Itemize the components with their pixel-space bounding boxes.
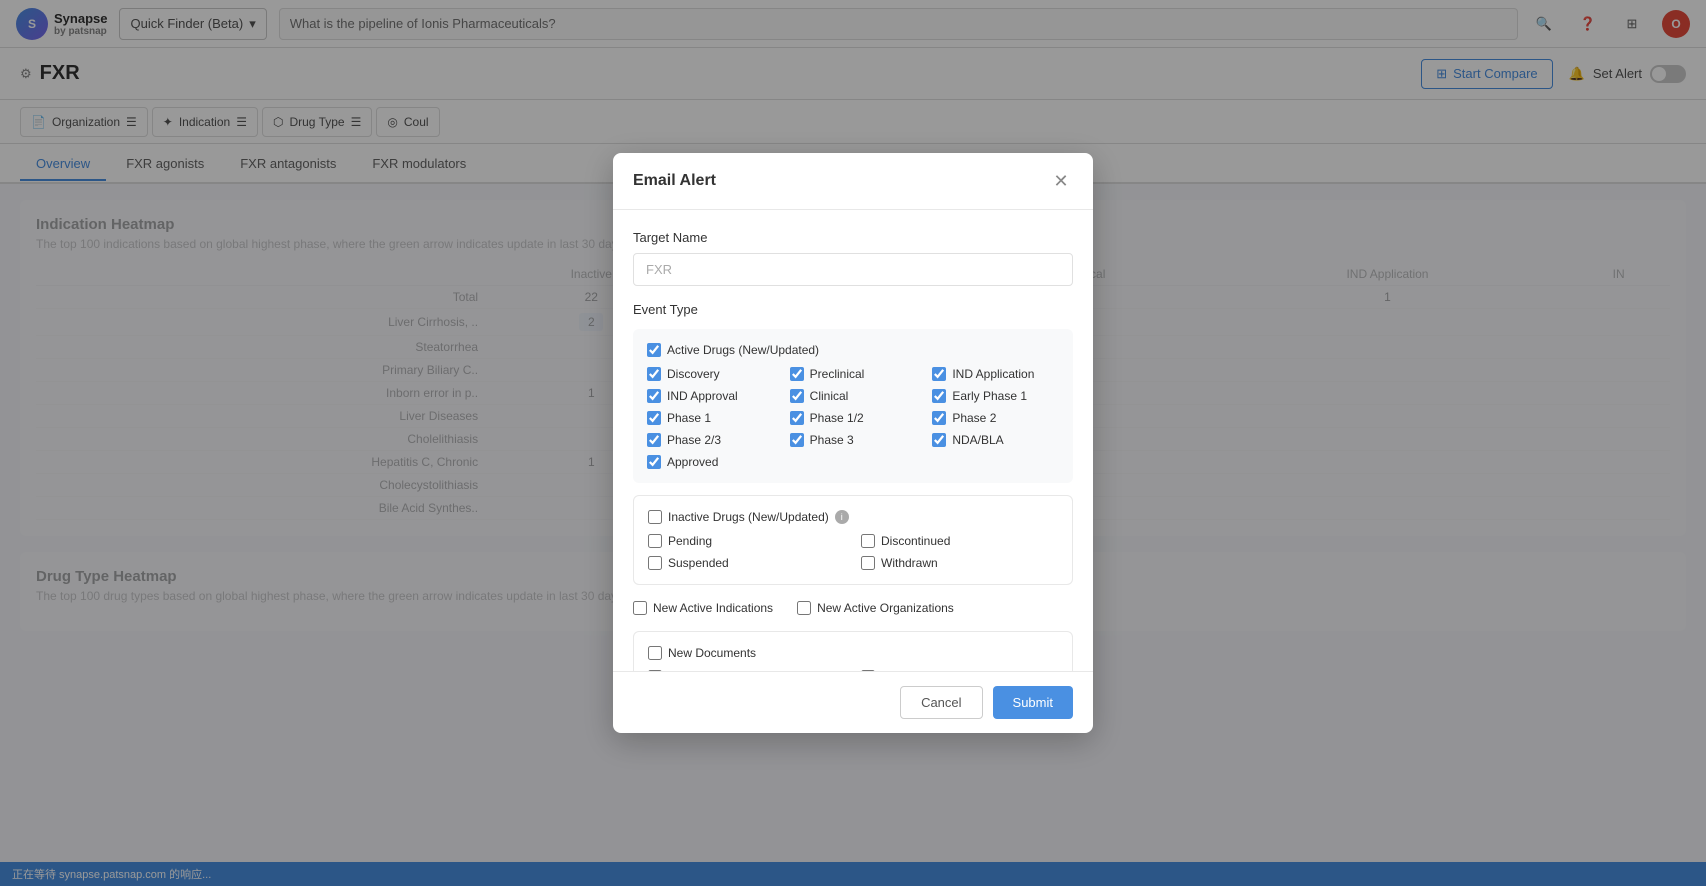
active-drugs-section: Active Drugs (New/Updated) Discovery Pre…	[633, 329, 1073, 483]
approved-checkbox[interactable]	[647, 455, 661, 469]
nda-bla-label: NDA/BLA	[952, 433, 1003, 447]
ind-approval-label: IND Approval	[667, 389, 738, 403]
phase-1-label: Phase 1	[667, 411, 711, 425]
cancel-button[interactable]: Cancel	[900, 686, 982, 719]
early-phase-1-label: Early Phase 1	[952, 389, 1027, 403]
inactive-drugs-checkbox[interactable]	[648, 510, 662, 524]
phase-3-label: Phase 3	[810, 433, 854, 447]
clinical-label: Clinical	[810, 389, 849, 403]
active-drugs-header: Active Drugs (New/Updated)	[647, 343, 1059, 357]
phase-1-item[interactable]: Phase 1	[647, 411, 774, 425]
pending-checkbox[interactable]	[648, 534, 662, 548]
withdrawn-item[interactable]: Withdrawn	[861, 556, 1058, 570]
withdrawn-label: Withdrawn	[881, 556, 938, 570]
inactive-drugs-section: Inactive Drugs (New/Updated) i Pending D…	[633, 495, 1073, 585]
early-phase-1-checkbox[interactable]	[932, 389, 946, 403]
modal-overlay[interactable]: Email Alert ✕ Target Name Event Type Act…	[0, 0, 1706, 886]
active-drugs-checkbox[interactable]	[647, 343, 661, 357]
phase-1-2-item[interactable]: Phase 1/2	[790, 411, 917, 425]
modal-footer: Cancel Submit	[613, 671, 1093, 733]
phase-1-2-label: Phase 1/2	[810, 411, 864, 425]
discovery-label: Discovery	[667, 367, 720, 381]
phase-2-3-label: Phase 2/3	[667, 433, 721, 447]
ind-application-active-item[interactable]: IND Application	[932, 367, 1059, 381]
phase-3-item[interactable]: Phase 3	[790, 433, 917, 447]
preclinical-checkbox[interactable]	[790, 367, 804, 381]
new-active-indications-label: New Active Indications	[653, 601, 773, 615]
email-alert-modal: Email Alert ✕ Target Name Event Type Act…	[613, 153, 1093, 733]
inactive-drugs-checkbox-item[interactable]: Inactive Drugs (New/Updated) i	[648, 510, 849, 524]
suspended-item[interactable]: Suspended	[648, 556, 845, 570]
event-type-label: Event Type	[633, 302, 1073, 317]
active-drugs-checkbox-item[interactable]: Active Drugs (New/Updated)	[647, 343, 819, 357]
inactive-drugs-header: Inactive Drugs (New/Updated) i	[648, 510, 1058, 524]
discovery-checkbox[interactable]	[647, 367, 661, 381]
ind-approval-checkbox[interactable]	[647, 389, 661, 403]
ind-approval-item[interactable]: IND Approval	[647, 389, 774, 403]
phase-2-label: Phase 2	[952, 411, 996, 425]
clinical-item[interactable]: Clinical	[790, 389, 917, 403]
pending-label: Pending	[668, 534, 712, 548]
withdrawn-checkbox[interactable]	[861, 556, 875, 570]
new-active-organizations-checkbox[interactable]	[797, 601, 811, 615]
phase-3-checkbox[interactable]	[790, 433, 804, 447]
new-active-organizations-item[interactable]: New Active Organizations	[797, 601, 954, 615]
target-name-input[interactable]	[633, 253, 1073, 286]
preclinical-label: Preclinical	[810, 367, 865, 381]
active-drugs-label: Active Drugs (New/Updated)	[667, 343, 819, 357]
new-documents-label: New Documents	[668, 646, 756, 660]
new-documents-checkbox[interactable]	[648, 646, 662, 660]
discovery-item[interactable]: Discovery	[647, 367, 774, 381]
discontinued-checkbox[interactable]	[861, 534, 875, 548]
phase-2-checkbox[interactable]	[932, 411, 946, 425]
approved-item[interactable]: Approved	[647, 455, 774, 469]
approved-label: Approved	[667, 455, 718, 469]
nda-bla-item[interactable]: NDA/BLA	[932, 433, 1059, 447]
new-active-indications-checkbox[interactable]	[633, 601, 647, 615]
new-documents-section: New Documents Clinical Trials Patents Li…	[633, 631, 1073, 671]
new-active-indications-item[interactable]: New Active Indications	[633, 601, 773, 615]
target-name-label: Target Name	[633, 230, 1073, 245]
modal-body: Target Name Event Type Active Drugs (New…	[613, 210, 1093, 671]
close-icon[interactable]: ✕	[1049, 169, 1073, 193]
new-active-organizations-label: New Active Organizations	[817, 601, 954, 615]
info-icon[interactable]: i	[835, 510, 849, 524]
inactive-drugs-grid: Pending Discontinued Suspended Withdrawn	[648, 534, 1058, 570]
discontinued-item[interactable]: Discontinued	[861, 534, 1058, 548]
new-documents-header: New Documents	[648, 646, 1058, 660]
nda-bla-checkbox[interactable]	[932, 433, 946, 447]
submit-button[interactable]: Submit	[993, 686, 1073, 719]
pending-item[interactable]: Pending	[648, 534, 845, 548]
phase-2-3-checkbox[interactable]	[647, 433, 661, 447]
clinical-checkbox[interactable]	[790, 389, 804, 403]
ind-application-active-label: IND Application	[952, 367, 1034, 381]
modal-header: Email Alert ✕	[613, 153, 1093, 210]
phase-2-3-item[interactable]: Phase 2/3	[647, 433, 774, 447]
phase-1-checkbox[interactable]	[647, 411, 661, 425]
inactive-drugs-label: Inactive Drugs (New/Updated)	[668, 510, 829, 524]
ind-application-active-checkbox[interactable]	[932, 367, 946, 381]
suspended-label: Suspended	[668, 556, 729, 570]
new-active-section: New Active Indications New Active Organi…	[633, 597, 1073, 619]
modal-title: Email Alert	[633, 172, 716, 190]
active-drugs-grid: Discovery Preclinical IND Application IN…	[647, 367, 1059, 469]
new-documents-checkbox-item[interactable]: New Documents	[648, 646, 756, 660]
phase-1-2-checkbox[interactable]	[790, 411, 804, 425]
early-phase-1-item[interactable]: Early Phase 1	[932, 389, 1059, 403]
discontinued-label: Discontinued	[881, 534, 950, 548]
phase-2-item[interactable]: Phase 2	[932, 411, 1059, 425]
preclinical-item[interactable]: Preclinical	[790, 367, 917, 381]
suspended-checkbox[interactable]	[648, 556, 662, 570]
